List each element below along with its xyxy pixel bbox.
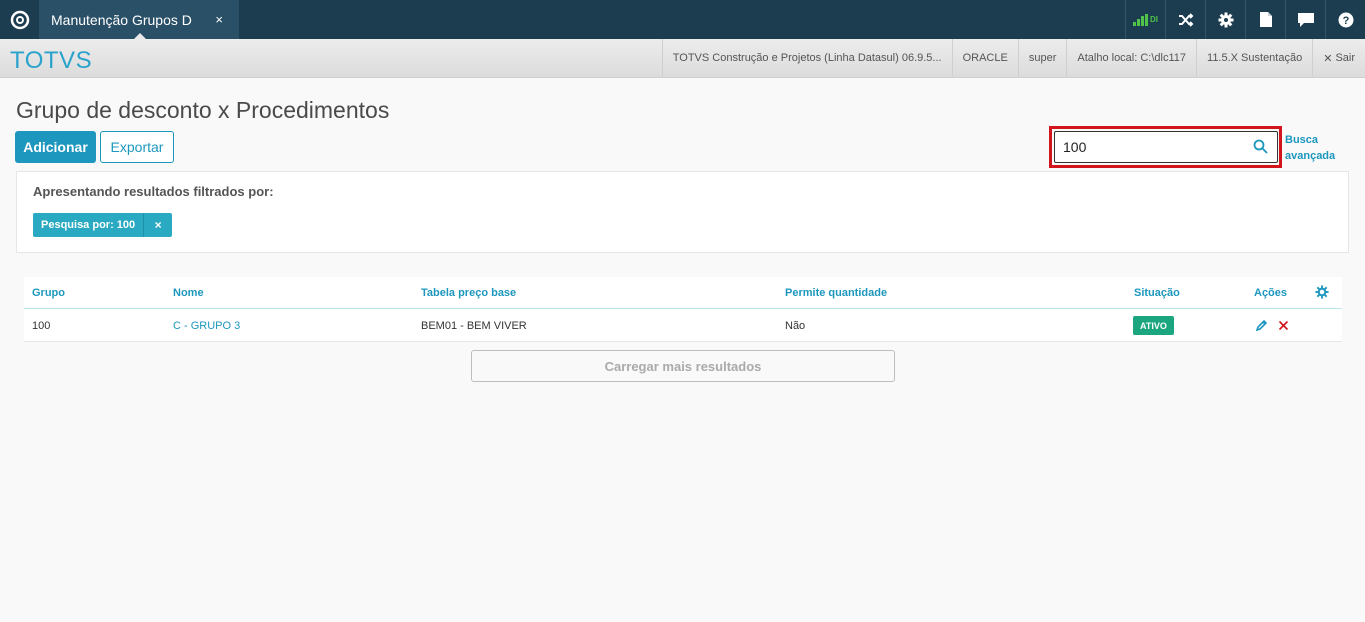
column-header-permite[interactable]: Permite quantidade	[785, 287, 887, 299]
tab-label: Manutenção Grupos D	[51, 11, 192, 28]
status-badge: ATIVO	[1133, 316, 1174, 335]
edit-icon[interactable]	[1255, 318, 1268, 336]
close-icon[interactable]: ×	[143, 213, 172, 237]
search-input[interactable]	[1055, 139, 1245, 155]
document-icon[interactable]	[1245, 0, 1285, 39]
header-info: TOTVS Construção e Projetos (Linha Datas…	[661, 39, 1365, 77]
filter-panel: Apresentando resultados filtrados por: P…	[16, 171, 1349, 253]
filter-title: Apresentando resultados filtrados por:	[33, 184, 274, 199]
shuffle-icon[interactable]	[1165, 0, 1205, 39]
product-info[interactable]: TOTVS Construção e Projetos (Linha Datas…	[661, 39, 952, 77]
load-more-button[interactable]: Carregar mais resultados	[471, 350, 895, 382]
shortcut-info[interactable]: Atalho local: C:\dlc117	[1066, 39, 1196, 77]
signal-text: DI	[1150, 15, 1158, 24]
column-header-situacao[interactable]: Situação	[1134, 287, 1180, 299]
delete-icon[interactable]	[1278, 318, 1289, 336]
export-button[interactable]: Exportar	[100, 131, 174, 163]
svg-text:?: ?	[1342, 15, 1349, 27]
logout-label: Sair	[1335, 52, 1355, 64]
chat-icon[interactable]	[1285, 0, 1325, 39]
table-row: 100 C - GRUPO 3 BEM01 - BEM VIVER Não AT…	[24, 309, 1342, 342]
signal-icon[interactable]: DI	[1125, 0, 1165, 39]
tab-manutencao-grupos[interactable]: Manutenção Grupos D ×	[39, 0, 239, 39]
add-button[interactable]: Adicionar	[15, 131, 96, 163]
top-bar: Manutenção Grupos D × DI ?	[0, 0, 1365, 39]
top-icon-group: DI ?	[1125, 0, 1365, 39]
search-field[interactable]	[1054, 131, 1278, 163]
cell-permite: Não	[785, 320, 806, 332]
close-icon[interactable]: ×	[215, 12, 223, 27]
search-icon[interactable]	[1253, 139, 1268, 159]
gear-icon[interactable]	[1205, 0, 1245, 39]
column-header-tabela[interactable]: Tabela preço base	[421, 287, 516, 299]
database-info[interactable]: ORACLE	[951, 39, 1018, 77]
totvs-logo-icon[interactable]	[0, 0, 39, 39]
help-icon[interactable]: ?	[1325, 0, 1365, 39]
page-title: Grupo de desconto x Procedimentos	[16, 97, 390, 123]
column-header-grupo[interactable]: Grupo	[32, 287, 65, 299]
version-info[interactable]: 11.5.X Sustentação	[1196, 39, 1312, 77]
close-icon: ✕	[1323, 52, 1333, 65]
user-info[interactable]: super	[1017, 39, 1067, 77]
results-table: Grupo Nome Tabela preço base Permite qua…	[24, 277, 1342, 342]
table-header: Grupo Nome Tabela preço base Permite qua…	[24, 277, 1342, 309]
logout-button[interactable]: ✕ Sair	[1312, 39, 1365, 77]
cell-tabela: BEM01 - BEM VIVER	[421, 320, 527, 332]
cell-nome-link[interactable]: C - GRUPO 3	[173, 320, 240, 332]
cell-grupo: 100	[32, 320, 51, 332]
app-header: TOTVS TOTVS Construção e Projetos (Linha…	[0, 39, 1365, 78]
gear-icon[interactable]	[1315, 285, 1329, 304]
brand-logo: TOTVS	[10, 47, 93, 74]
advanced-search-link[interactable]: Busca avançada	[1285, 132, 1345, 164]
column-header-acoes: Ações	[1254, 287, 1288, 299]
filter-chip-label: Pesquisa por: 100	[41, 219, 136, 231]
column-header-nome[interactable]: Nome	[173, 287, 204, 299]
filter-chip[interactable]: Pesquisa por: 100 ×	[33, 213, 173, 237]
